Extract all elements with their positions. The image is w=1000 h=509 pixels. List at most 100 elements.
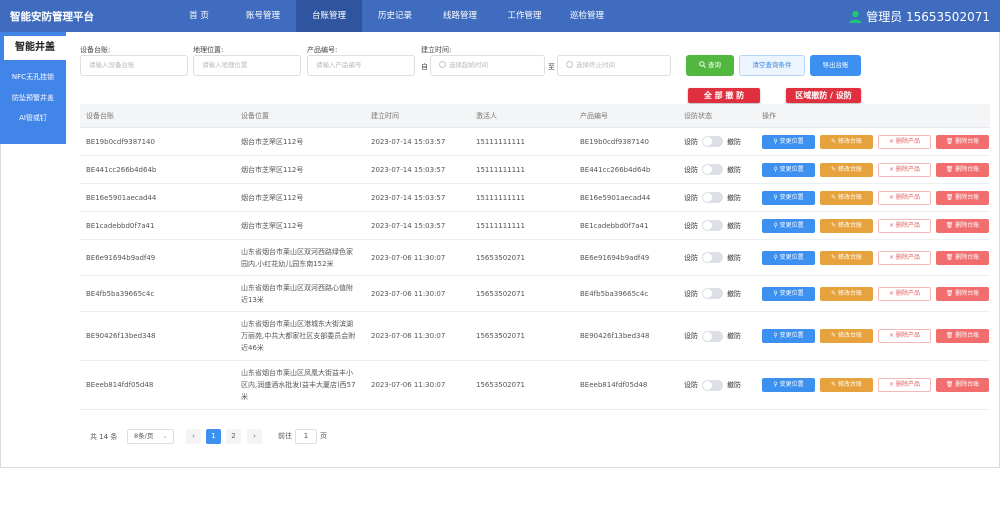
change-location-button[interactable]: ⚲ 变更位置 <box>762 329 815 343</box>
cell-activator: 15653502071 <box>476 381 525 389</box>
delete-product-button[interactable]: × 删除产品 <box>878 329 931 343</box>
delete-product-label: 删除产品 <box>895 137 920 145</box>
arm-switch-group: 设防 撤防 <box>684 252 741 263</box>
edit-ledger-button[interactable]: ✎ 修改台账 <box>820 134 873 149</box>
change-location-button[interactable]: ⚲ 变更位置 <box>762 134 815 149</box>
switch-on-label: 设防 <box>684 289 698 298</box>
delete-ledger-button[interactable]: 🗑 删除台账 <box>936 378 989 392</box>
time-end-input[interactable]: 选择终止时间 <box>557 55 671 76</box>
delete-product-button[interactable]: × 删除产品 <box>878 134 931 149</box>
nav-lines[interactable]: 线路管理 <box>428 0 492 32</box>
page-size-select[interactable]: 8条/页 ⌄ <box>127 429 174 444</box>
change-location-button[interactable]: ⚲ 变更位置 <box>762 286 815 301</box>
delete-ledger-button[interactable]: 🗑 删除台账 <box>936 329 989 343</box>
change-location-button[interactable]: ⚲ 变更位置 <box>762 162 815 177</box>
delete-product-button[interactable]: × 删除产品 <box>878 250 931 265</box>
nav-work[interactable]: 工作管理 <box>492 0 557 32</box>
delete-product-button[interactable]: × 删除产品 <box>878 162 931 177</box>
change-location-label: 变更位置 <box>779 193 804 201</box>
product-filter-input[interactable]: 请输入产品编号 <box>307 55 415 76</box>
switch-on-label: 设防 <box>684 221 698 230</box>
arm-toggle[interactable] <box>702 136 723 147</box>
delete-product-button[interactable]: × 删除产品 <box>878 218 931 233</box>
sidebar-item-fall-warning[interactable]: 防坠预警井盖 <box>0 93 66 103</box>
cell-device: BE1cadebbd0f7a41 <box>86 221 155 230</box>
cell-location: 烟台市芝罘区112号 <box>241 165 304 174</box>
delete-ledger-button[interactable]: 🗑 删除台账 <box>936 190 989 205</box>
area-arm-button[interactable]: 区域撤防 / 设防 <box>786 88 861 103</box>
arm-toggle[interactable] <box>702 330 723 342</box>
edit-ledger-button[interactable]: ✎ 修改台账 <box>820 218 873 233</box>
arm-toggle[interactable] <box>702 220 723 231</box>
nav-ledger[interactable]: 台账管理 <box>296 0 362 32</box>
arm-switch-group: 设防 撤防 <box>684 330 741 342</box>
edit-ledger-button[interactable]: ✎ 修改台账 <box>820 329 873 343</box>
close-icon: × <box>889 332 896 339</box>
change-location-button[interactable]: ⚲ 变更位置 <box>762 190 815 205</box>
delete-ledger-button[interactable]: 🗑 删除台账 <box>936 250 989 265</box>
delete-ledger-button[interactable]: 🗑 删除台账 <box>936 286 989 301</box>
time-start-input[interactable]: 选择起始时间 <box>430 55 545 76</box>
edit-ledger-button[interactable]: ✎ 修改台账 <box>820 250 873 265</box>
cell-status: 设防 撤防 <box>684 156 741 183</box>
delete-ledger-button[interactable]: 🗑 删除台账 <box>936 134 989 149</box>
delete-ledger-label: 删除台账 <box>955 289 980 297</box>
sidebar-item-ai[interactable]: AI管或钉 <box>0 113 66 123</box>
cell-time: 2023-07-14 15:03:57 <box>371 221 446 230</box>
cell-operations: ⚲ 变更位置 ✎ 修改台账 × 删除产品 🗑 删除台账 <box>762 212 989 239</box>
location-filter-label: 地理位置: <box>193 46 224 54</box>
trash-icon: 🗑 <box>945 221 956 229</box>
export-ledger-button[interactable]: 导出台账 <box>810 55 861 76</box>
trash-icon: 🗑 <box>945 289 956 297</box>
user-menu[interactable]: 管理员 15653502071 <box>849 8 990 25</box>
edit-ledger-button[interactable]: ✎ 修改台账 <box>820 378 873 392</box>
arm-toggle[interactable] <box>702 192 723 203</box>
clock-icon <box>566 61 573 68</box>
cell-product: BE6e91694b9adf49 <box>580 253 650 262</box>
arm-toggle[interactable] <box>702 379 723 391</box>
arm-toggle[interactable] <box>702 288 723 299</box>
query-button[interactable]: 查询 <box>686 55 734 76</box>
delete-ledger-button[interactable]: 🗑 删除台账 <box>936 218 989 233</box>
page-size-value: 8条/页 <box>134 432 154 440</box>
cell-time: 2023-07-06 11:30:07 <box>371 253 446 262</box>
change-location-button[interactable]: ⚲ 变更位置 <box>762 250 815 265</box>
delete-product-button[interactable]: × 删除产品 <box>878 378 931 392</box>
next-page-button[interactable]: › <box>247 429 262 444</box>
sidebar-item-nfc-lock[interactable]: NFC无孔挂锁 <box>0 72 66 82</box>
user-icon <box>849 10 862 23</box>
arm-switch-group: 设防 撤防 <box>684 136 741 147</box>
page-button-1[interactable]: 1 <box>206 429 221 444</box>
disarm-all-button[interactable]: 全 部 撤 防 <box>688 88 760 103</box>
nav-home[interactable]: 首 页 <box>168 0 230 32</box>
arm-toggle[interactable] <box>702 164 723 175</box>
page-button-2[interactable]: 2 <box>226 429 241 444</box>
clear-filters-button[interactable]: 清空查询条件 <box>739 55 805 76</box>
arm-toggle[interactable] <box>702 252 723 263</box>
nav-patrol[interactable]: 巡检管理 <box>557 0 617 32</box>
delete-ledger-button[interactable]: 🗑 删除台账 <box>936 162 989 177</box>
edit-ledger-button[interactable]: ✎ 修改台账 <box>820 190 873 205</box>
delete-product-button[interactable]: × 删除产品 <box>878 190 931 205</box>
nav-accounts[interactable]: 账号管理 <box>230 0 296 32</box>
prev-page-button[interactable]: ‹ <box>186 429 201 444</box>
delete-product-button[interactable]: × 删除产品 <box>878 286 931 301</box>
header-location: 设备位置 <box>241 112 269 120</box>
edit-ledger-label: 修改台账 <box>837 289 862 297</box>
cell-operations: ⚲ 变更位置 ✎ 修改台账 × 删除产品 🗑 删除台账 <box>762 156 989 183</box>
change-location-button[interactable]: ⚲ 变更位置 <box>762 218 815 233</box>
top-bar: 智能安防管理平台 首 页 账号管理 台账管理 历史记录 线路管理 工作管理 巡检… <box>0 0 1000 32</box>
device-filter-input[interactable]: 请输入设备台账 <box>80 55 188 76</box>
location-filter-input[interactable]: 请输入地理位置 <box>193 55 301 76</box>
edit-ledger-button[interactable]: ✎ 修改台账 <box>820 286 873 301</box>
nav-history[interactable]: 历史记录 <box>362 0 428 32</box>
trash-icon: 🗑 <box>945 253 956 261</box>
cell-product: BE19b0cdf9387140 <box>580 137 649 146</box>
goto-page-input[interactable]: 1 <box>295 429 317 444</box>
edit-ledger-button[interactable]: ✎ 修改台账 <box>820 162 873 177</box>
header-operations: 操作 <box>762 112 776 120</box>
user-label: 管理员 15653502071 <box>866 10 990 24</box>
change-location-button[interactable]: ⚲ 变更位置 <box>762 378 815 392</box>
change-location-label: 变更位置 <box>779 221 804 229</box>
delete-ledger-label: 删除台账 <box>955 332 980 339</box>
